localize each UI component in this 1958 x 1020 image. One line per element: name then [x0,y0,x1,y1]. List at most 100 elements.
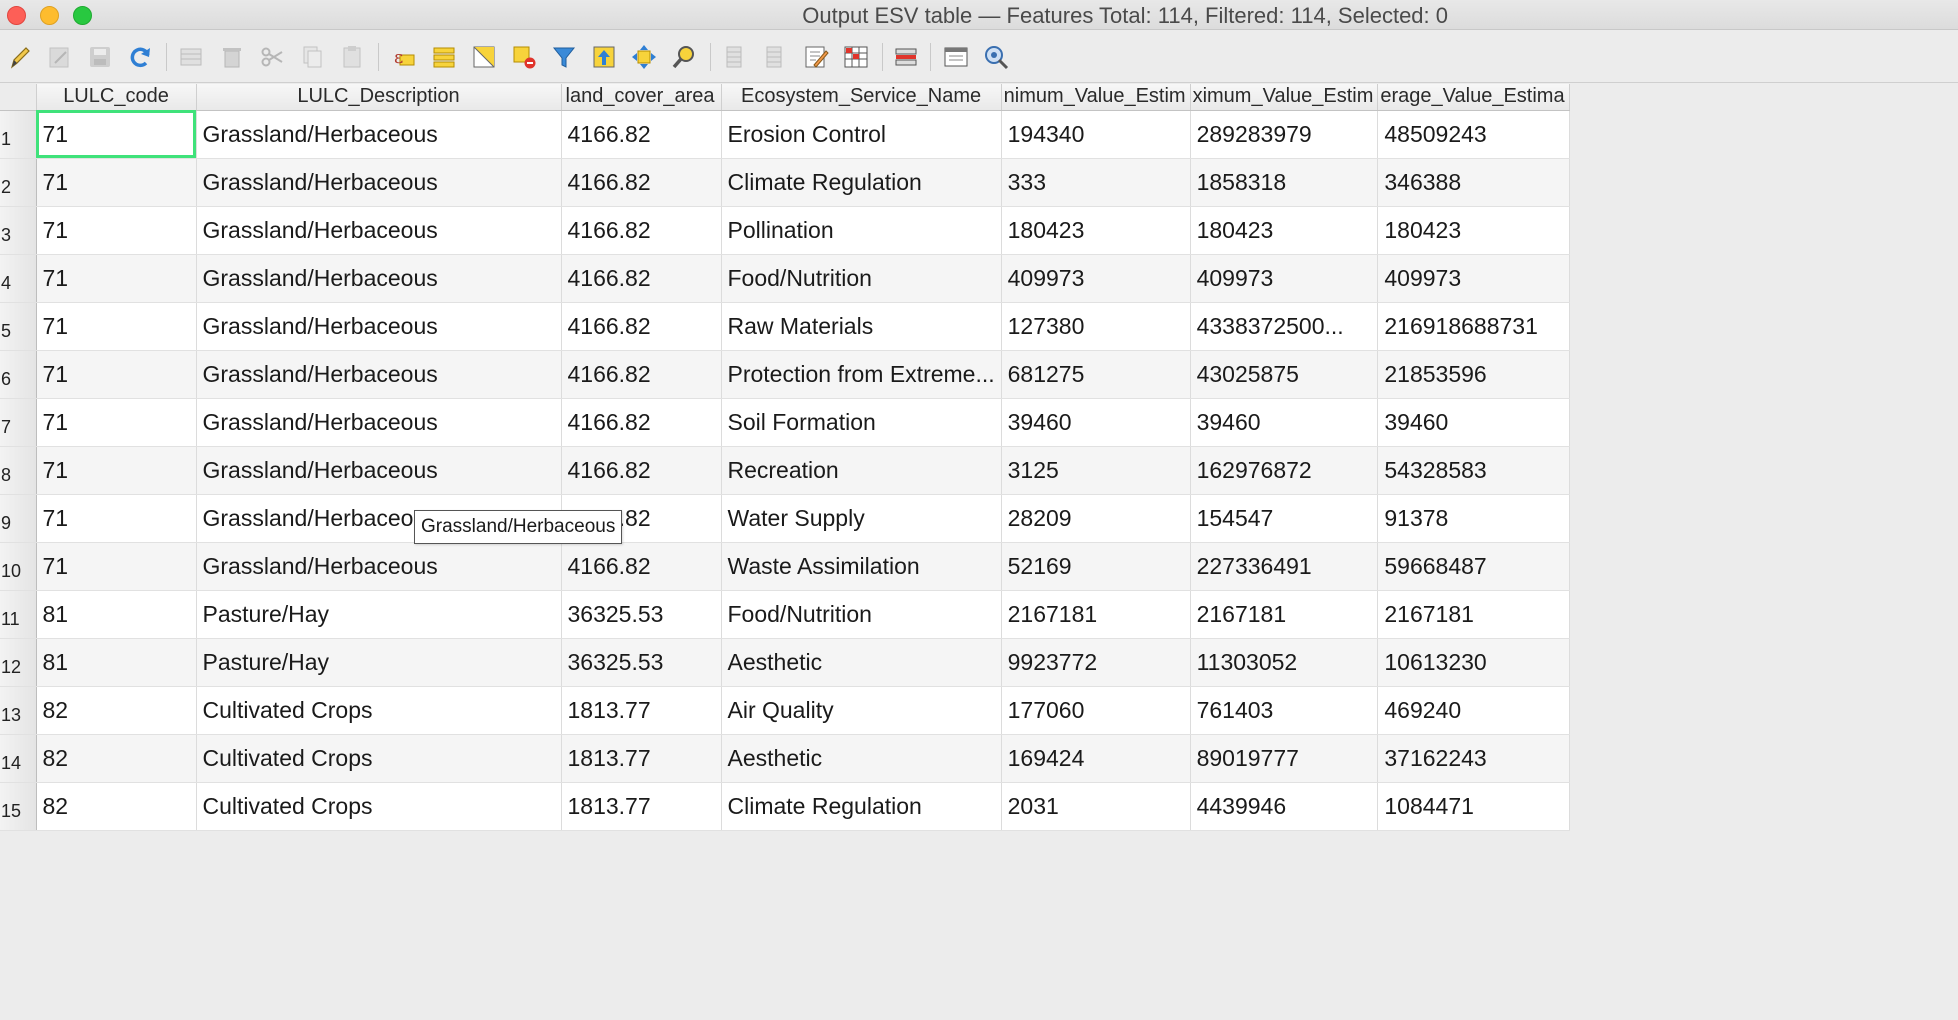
table-cell[interactable]: Grassland/Herbaceous [196,446,562,495]
table-cell[interactable]: 9923772 [1001,638,1191,687]
table-cell[interactable]: 71 [36,158,197,207]
table-cell[interactable]: 1813.77 [561,782,722,831]
table-row[interactable]: 6 71 Grassland/Herbaceous 4166.82 Protection… [0,350,1570,399]
table-cell[interactable]: Recreation [721,446,1002,495]
toggle-editing-button[interactable] [4,41,36,73]
table-cell[interactable]: 48509243 [1377,110,1570,159]
table-cell[interactable]: Climate Regulation [721,782,1002,831]
row-number-header[interactable]: 8 [0,446,37,495]
table-cell[interactable]: 21853596 [1377,350,1570,399]
table-cell[interactable]: Cultivated Crops [196,782,562,831]
select-all-button[interactable] [428,41,460,73]
table-cell[interactable]: 82 [36,782,197,831]
table-cell[interactable]: 71 [36,446,197,495]
table-cell[interactable]: 4166.82 [561,446,722,495]
table-cell[interactable]: 71 [36,494,197,543]
table-cell[interactable]: 180423 [1377,206,1570,255]
table-cell[interactable]: Soil Formation [721,398,1002,447]
table-cell[interactable]: 36325.53 [561,590,722,639]
table-cell[interactable]: 2167181 [1190,590,1379,639]
dock-table-button[interactable] [940,41,972,73]
row-number-header[interactable]: 15 [0,782,37,831]
table-cell[interactable]: 1084471 [1377,782,1570,831]
column-header[interactable]: LULC_code [36,84,197,111]
table-cell[interactable]: 91378 [1377,494,1570,543]
table-cell[interactable]: 59668487 [1377,542,1570,591]
table-cell[interactable]: 761403 [1190,686,1379,735]
add-feature-button[interactable] [176,41,208,73]
table-row[interactable]: 5 71 Grassland/Herbaceous 4166.82 Raw Materi… [0,302,1570,351]
table-row[interactable]: 15 82 Cultivated Crops 1813.77 Climate Regul… [0,782,1570,831]
table-cell[interactable]: 4439946 [1190,782,1379,831]
table-row[interactable]: 7 71 Grassland/Herbaceous 4166.82 Soil Forma… [0,398,1570,447]
organize-columns-button[interactable] [890,41,922,73]
row-number-header[interactable]: 2 [0,158,37,207]
table-cell[interactable]: 4166.82 [561,206,722,255]
table-cell[interactable]: Aesthetic [721,734,1002,783]
deselect-all-button[interactable] [508,41,540,73]
pan-to-selected-button[interactable] [628,41,660,73]
table-cell[interactable]: Grassland/Herbaceous [196,542,562,591]
table-cell[interactable]: 4166.82 [561,158,722,207]
table-cell[interactable]: Pasture/Hay [196,590,562,639]
table-cell[interactable]: Aesthetic [721,638,1002,687]
table-cell[interactable]: 4166.82 [561,398,722,447]
table-cell[interactable]: Cultivated Crops [196,686,562,735]
table-cell[interactable]: 216918688731 [1377,302,1570,351]
table-cell[interactable]: 39460 [1001,398,1191,447]
copy-rows-button[interactable] [296,41,328,73]
table-cell[interactable]: 4166.82 [561,110,722,159]
row-number-header[interactable]: 5 [0,302,37,351]
table-row[interactable]: 8 71 Grassland/Herbaceous 4166.82 Recreation… [0,446,1570,495]
table-cell[interactable]: 194340 [1001,110,1191,159]
table-cell[interactable]: 4338372500... [1190,302,1379,351]
row-number-header[interactable]: 9 [0,494,37,543]
table-cell[interactable]: 227336491 [1190,542,1379,591]
table-cell[interactable]: 469240 [1377,686,1570,735]
table-cell[interactable]: 39460 [1190,398,1379,447]
row-number-header[interactable]: 6 [0,350,37,399]
table-row[interactable]: 14 82 Cultivated Crops 1813.77 Aesthetic 1694… [0,734,1570,783]
table-cell[interactable]: Food/Nutrition [721,254,1002,303]
table-cell[interactable]: 39460 [1377,398,1570,447]
table-cell[interactable]: Protection from Extreme... [721,350,1002,399]
table-cell[interactable]: 71 [36,254,197,303]
minimize-window-button[interactable] [40,6,59,25]
table-cell[interactable]: Erosion Control [721,110,1002,159]
table-cell[interactable]: 37162243 [1377,734,1570,783]
table-cell[interactable]: 2167181 [1001,590,1191,639]
table-cell[interactable]: Water Supply [721,494,1002,543]
table-cell[interactable]: Food/Nutrition [721,590,1002,639]
table-cell[interactable]: Grassland/Herbaceous [196,302,562,351]
table-cell[interactable]: 71 [36,542,197,591]
table-cell[interactable]: 4166.82 [561,542,722,591]
row-number-header[interactable]: 1 [0,110,37,159]
table-cell[interactable]: 10613230 [1377,638,1570,687]
table-cell[interactable]: Climate Regulation [721,158,1002,207]
actions-button[interactable] [980,41,1012,73]
table-cell[interactable]: Pasture/Hay [196,638,562,687]
maximize-window-button[interactable] [73,6,92,25]
table-cell[interactable]: 71 [36,350,197,399]
table-cell[interactable]: Grassland/Herbaceous [196,206,562,255]
table-cell[interactable]: Raw Materials [721,302,1002,351]
save-edits-button[interactable] [84,41,116,73]
table-cell[interactable]: 71 [36,398,197,447]
new-field-button[interactable] [720,41,752,73]
table-cell[interactable]: 169424 [1001,734,1191,783]
table-cell[interactable]: 346388 [1377,158,1570,207]
table-cell[interactable]: 681275 [1001,350,1191,399]
table-cell[interactable]: 180423 [1001,206,1191,255]
cut-rows-button[interactable] [256,41,288,73]
table-row[interactable]: 971Grassland/Herbaceous4166.82Water Supp… [0,494,1570,543]
table-cell[interactable]: Pollination [721,206,1002,255]
row-number-header[interactable]: 12 [0,638,37,687]
table-cell[interactable]: 2031 [1001,782,1191,831]
table-cell[interactable]: 11303052 [1190,638,1379,687]
table-row[interactable]: 4 71 Grassland/Herbaceous 4166.82 Food/Nutri… [0,254,1570,303]
table-cell[interactable]: Waste Assimilation [721,542,1002,591]
table-cell[interactable]: 3125 [1001,446,1191,495]
attribute-table[interactable]: LULC_code LULC_Description land_cover_ar… [0,84,1958,1020]
table-cell[interactable]: 409973 [1190,254,1379,303]
table-cell[interactable]: 180423 [1190,206,1379,255]
